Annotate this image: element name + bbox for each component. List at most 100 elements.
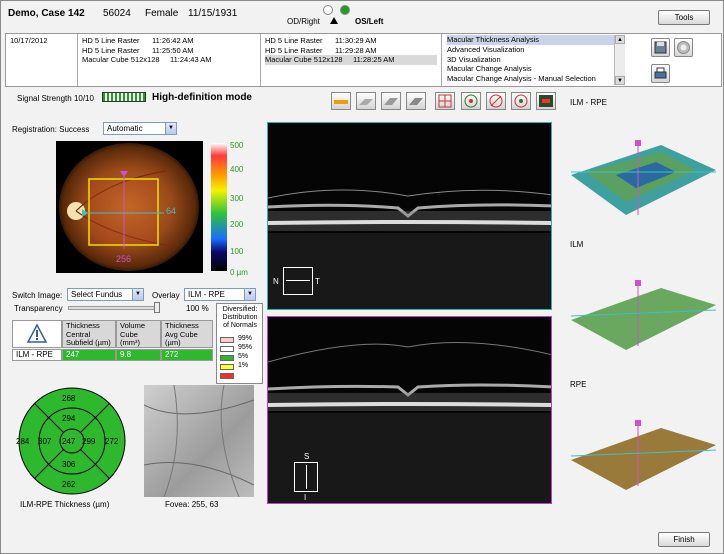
transparency-slider-handle[interactable] <box>154 302 160 313</box>
three-d-ilm-rpe[interactable] <box>566 140 718 220</box>
refresh-icon <box>677 41 690 54</box>
overlay-label: Overlay <box>152 291 180 300</box>
etdrs-inner-bottom: 306 <box>62 460 76 469</box>
analysis-item[interactable]: Macular Change Analysis <box>447 64 614 74</box>
thickness-color-scale <box>211 143 227 271</box>
etdrs-outer-left: 284 <box>16 437 30 446</box>
tool-button-6[interactable] <box>461 92 481 110</box>
scan-column-2: HD 5 Line Raster 11:30:29 AM HD 5 Line Ra… <box>261 34 442 86</box>
chevron-down-icon: ▼ <box>165 123 176 134</box>
patient-name: Demo, Case 142 <box>8 8 85 19</box>
eye-right-label: OD/Right <box>287 17 320 26</box>
print-icon <box>654 67 667 79</box>
swatch-95 <box>220 346 234 352</box>
oct-temporal-label: T <box>315 277 320 286</box>
table-row-label: ILM - RPE <box>12 349 62 361</box>
switch-image-label: Switch Image: <box>12 291 63 300</box>
eye-indicator-icon <box>330 17 338 24</box>
tool-button-4[interactable] <box>406 92 426 110</box>
tool-button-1[interactable] <box>331 92 351 110</box>
swatch-label: 5% <box>238 353 249 360</box>
target-icon <box>464 94 478 108</box>
save-button[interactable] <box>651 38 670 57</box>
scale-label: 0 µm <box>230 268 248 277</box>
print-button[interactable] <box>651 64 670 83</box>
scale-label: 400 <box>230 165 244 174</box>
hd-mode-label: High-definition mode <box>152 92 252 103</box>
tool-button-2[interactable] <box>356 92 376 110</box>
oct-bscan-horizontal[interactable]: N T <box>267 122 552 310</box>
chevron-down-icon: ▼ <box>132 289 143 300</box>
rpe-surface <box>570 420 717 490</box>
fovea-image[interactable] <box>144 385 254 497</box>
three-d-rpe[interactable] <box>566 420 718 492</box>
scale-label: 300 <box>230 194 244 203</box>
analysis-item[interactable]: Advanced Visualization <box>447 45 614 55</box>
tool-button-9[interactable] <box>536 92 556 110</box>
oct-bscan-vertical[interactable]: S I <box>267 316 552 504</box>
table-header: Thickness Central Subfield (µm) <box>62 320 116 348</box>
swatch-label: 1% <box>238 362 249 369</box>
oct-superior-label: S <box>304 452 310 461</box>
etdrs-outer-top: 268 <box>62 394 76 403</box>
table-cell: 272 <box>161 349 213 361</box>
three-d-label: RPE <box>570 380 587 389</box>
signal-strength-bar <box>102 92 146 102</box>
transparency-value: 100 % <box>186 304 209 313</box>
signal-strength-value: 10/10 <box>73 94 94 103</box>
table-header: Thickness Avg Cube (µm) <box>161 320 213 348</box>
three-d-label: ILM <box>570 240 584 249</box>
analysis-item[interactable]: 3D Visualization <box>447 55 614 65</box>
analysis-item[interactable]: Macular Change Analysis - Manual Selecti… <box>447 74 614 84</box>
fundus-scan-position: 256 <box>116 254 132 264</box>
analysis-item[interactable]: Macular Thickness Analysis <box>447 35 614 45</box>
analysis-list: Macular Thickness Analysis Advanced Visu… <box>444 35 614 85</box>
scan-panel: 10/17/2012 HD 5 Line Raster 11:26:42 AM H… <box>5 33 722 87</box>
scan-row[interactable]: HD 5 Line Raster 11:29:28 AM <box>265 46 437 56</box>
refresh-button[interactable] <box>674 38 693 57</box>
scan-row-selected[interactable]: Macular Cube 512x128 11:28:25 AM <box>265 55 437 65</box>
layers-icon <box>409 98 423 105</box>
scan-row[interactable]: HD 5 Line Raster 11:30:29 AM <box>265 36 437 46</box>
scroll-up-icon[interactable]: ▲ <box>615 35 625 44</box>
scroll-down-icon[interactable]: ▼ <box>615 76 625 85</box>
ruler-icon <box>334 100 348 104</box>
tools-button[interactable]: Tools <box>658 10 710 25</box>
warning-button[interactable] <box>12 320 62 348</box>
eye-left-radio[interactable] <box>340 5 350 15</box>
eye-tool-icon <box>489 94 503 108</box>
fovea-vessels <box>144 385 254 497</box>
overlay-select[interactable]: ILM - RPE ▼ <box>184 288 256 301</box>
etdrs-inner-left: 307 <box>38 437 52 446</box>
tool-button-7[interactable] <box>486 92 506 110</box>
oct-inferior-label: I <box>304 493 307 502</box>
swatch-1 <box>220 364 234 370</box>
swatch-label: 95% <box>238 344 253 351</box>
finish-button[interactable]: Finish <box>658 532 710 547</box>
tool-button-5[interactable] <box>435 92 455 110</box>
tool-button-3[interactable] <box>381 92 401 110</box>
three-d-ilm[interactable] <box>566 280 718 352</box>
distribution-title: Diversified: Distribution of Normals <box>222 306 258 329</box>
etdrs-outer-bottom: 262 <box>62 480 76 489</box>
map-icon <box>539 95 553 107</box>
three-d-label: ILM - RPE <box>570 98 607 107</box>
eye-right-radio[interactable] <box>323 5 333 15</box>
switch-image-select[interactable]: Select Fundus ▼ <box>67 288 144 301</box>
registration-label: Registration: Success <box>12 125 90 134</box>
scan-column-1: HD 5 Line Raster 11:26:42 AM HD 5 Line Ra… <box>78 34 261 86</box>
table-header: Volume Cube (mm³) <box>116 320 161 348</box>
scan-row[interactable]: Macular Cube 512x128 11:24:43 AM <box>82 55 256 65</box>
tool-button-8[interactable] <box>511 92 531 110</box>
scan-row[interactable]: HD 5 Line Raster 11:26:42 AM <box>82 36 256 46</box>
oct-nasal-label: N <box>273 277 279 286</box>
etdrs-outer-right: 272 <box>105 437 119 446</box>
table-cell: 9.8 <box>116 349 161 361</box>
scale-label: 200 <box>230 220 244 229</box>
transparency-slider[interactable] <box>68 306 158 310</box>
analysis-scrollbar[interactable]: ▲ ▼ <box>614 35 625 85</box>
registration-select[interactable]: Automatic ▼ <box>103 122 177 135</box>
layers-icon <box>384 98 398 105</box>
scan-row[interactable]: HD 5 Line Raster 11:25:50 AM <box>82 46 256 56</box>
fovea-readout: Fovea: 255, 63 <box>165 500 219 509</box>
